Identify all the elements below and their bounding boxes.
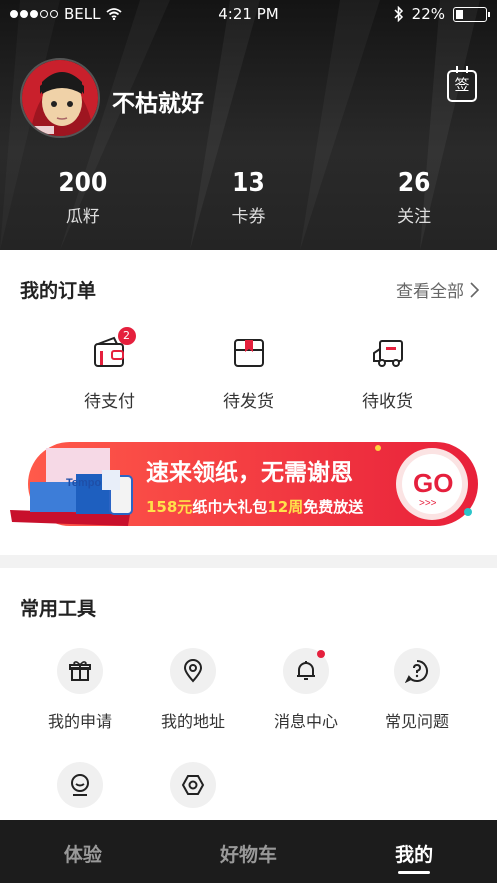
tab-experience[interactable]: 体验 bbox=[0, 820, 166, 883]
stat-label: 瓜籽 bbox=[65, 207, 100, 227]
tool-customer-service[interactable] bbox=[25, 762, 135, 808]
tool-faq[interactable]: 常见问题 bbox=[362, 648, 472, 732]
order-label: 待收货 bbox=[362, 392, 413, 412]
stat-value: 26 bbox=[397, 168, 431, 198]
avatar[interactable] bbox=[20, 58, 100, 138]
orders-section: 我的订单 查看全部 2 待支付 待发货 待收货 Tempo 速来领纸，无需谢恩 … bbox=[0, 250, 497, 555]
stats-row: 200 瓜籽 13 卡券 26 关注 bbox=[0, 168, 497, 227]
tool-my-address[interactable]: 我的地址 bbox=[138, 648, 248, 732]
question-icon bbox=[394, 648, 440, 694]
banner-weeks: 12周 bbox=[267, 498, 303, 516]
see-all-orders-link[interactable]: 查看全部 bbox=[396, 277, 479, 302]
stat-value: 200 bbox=[58, 168, 108, 198]
chevron-right-icon bbox=[470, 281, 479, 298]
battery-percent: 22% bbox=[411, 5, 445, 23]
profile-header: BELL 4:21 PM 22% 不枯就好 签 200 瓜籽 13 卡券 26 … bbox=[0, 0, 497, 250]
go-button-label: GO bbox=[413, 468, 453, 498]
svg-text:158元纸巾大礼包12周免费放送: 158元纸巾大礼包12周免费放送 bbox=[146, 498, 364, 516]
tab-label: 我的 bbox=[395, 844, 434, 866]
order-label: 待发货 bbox=[223, 392, 274, 412]
svg-text:>>>: >>> bbox=[419, 498, 437, 509]
tab-label: 好物车 bbox=[220, 844, 278, 866]
order-badge: 2 bbox=[117, 327, 136, 345]
wallet-icon: 2 bbox=[92, 327, 136, 371]
tools-title: 常用工具 bbox=[20, 598, 97, 620]
tool-label: 我的申请 bbox=[47, 712, 112, 731]
truck-icon bbox=[370, 335, 406, 371]
bottom-tab-bar: 体验 好物车 我的 bbox=[0, 820, 497, 883]
tab-cart[interactable]: 好物车 bbox=[166, 820, 332, 883]
stat-label: 关注 bbox=[397, 207, 432, 227]
banner-price: 158元 bbox=[146, 498, 192, 516]
banner-sub-text: 纸巾大礼包 bbox=[192, 498, 267, 516]
package-icon bbox=[231, 335, 267, 371]
stat-value: 13 bbox=[232, 168, 265, 198]
service-icon bbox=[57, 762, 103, 808]
order-label: 待支付 bbox=[84, 392, 135, 412]
tab-me[interactable]: 我的 bbox=[331, 820, 497, 883]
stat-seeds[interactable]: 200 瓜籽 bbox=[0, 168, 166, 227]
promo-banner[interactable]: Tempo 速来领纸，无需谢恩 158元纸巾大礼包12周免费放送 GO >>> bbox=[10, 440, 480, 530]
stat-coupons[interactable]: 13 卡券 bbox=[166, 168, 332, 227]
tool-message-center[interactable]: 消息中心 bbox=[251, 648, 361, 732]
tab-label: 体验 bbox=[63, 844, 102, 866]
tool-label: 常见问题 bbox=[384, 712, 449, 731]
gift-icon bbox=[57, 648, 103, 694]
brand-label: Tempo bbox=[66, 477, 102, 489]
battery-icon bbox=[453, 6, 490, 22]
stat-following[interactable]: 26 关注 bbox=[331, 168, 497, 227]
tool-label: 消息中心 bbox=[273, 712, 338, 731]
username: 不枯就好 bbox=[112, 91, 204, 117]
order-to-ship[interactable]: 待发货 bbox=[204, 335, 294, 412]
orders-title: 我的订单 bbox=[20, 280, 97, 302]
status-bar: BELL 4:21 PM 22% bbox=[0, 0, 497, 30]
tool-settings[interactable] bbox=[138, 762, 248, 808]
tool-my-applications[interactable]: 我的申请 bbox=[25, 648, 135, 732]
order-pending-payment[interactable]: 2 待支付 bbox=[65, 327, 155, 412]
banner-sub-text-end: 免费放送 bbox=[303, 498, 364, 516]
location-icon bbox=[170, 648, 216, 694]
bell-icon bbox=[283, 648, 329, 694]
settings-icon bbox=[170, 762, 216, 808]
bluetooth-icon bbox=[394, 6, 403, 22]
active-tab-indicator bbox=[398, 871, 431, 874]
stat-label: 卡券 bbox=[231, 207, 266, 227]
tool-label: 我的地址 bbox=[160, 712, 225, 731]
banner-headline: 速来领纸，无需谢恩 bbox=[146, 459, 353, 486]
tools-section: 常用工具 我的申请 我的地址 消息中心 常见问题 bbox=[0, 568, 497, 820]
unread-dot bbox=[317, 650, 325, 658]
signin-calendar-button[interactable]: 签 bbox=[447, 66, 477, 102]
order-to-receive[interactable]: 待收货 bbox=[343, 335, 433, 412]
see-all-label: 查看全部 bbox=[396, 282, 464, 302]
